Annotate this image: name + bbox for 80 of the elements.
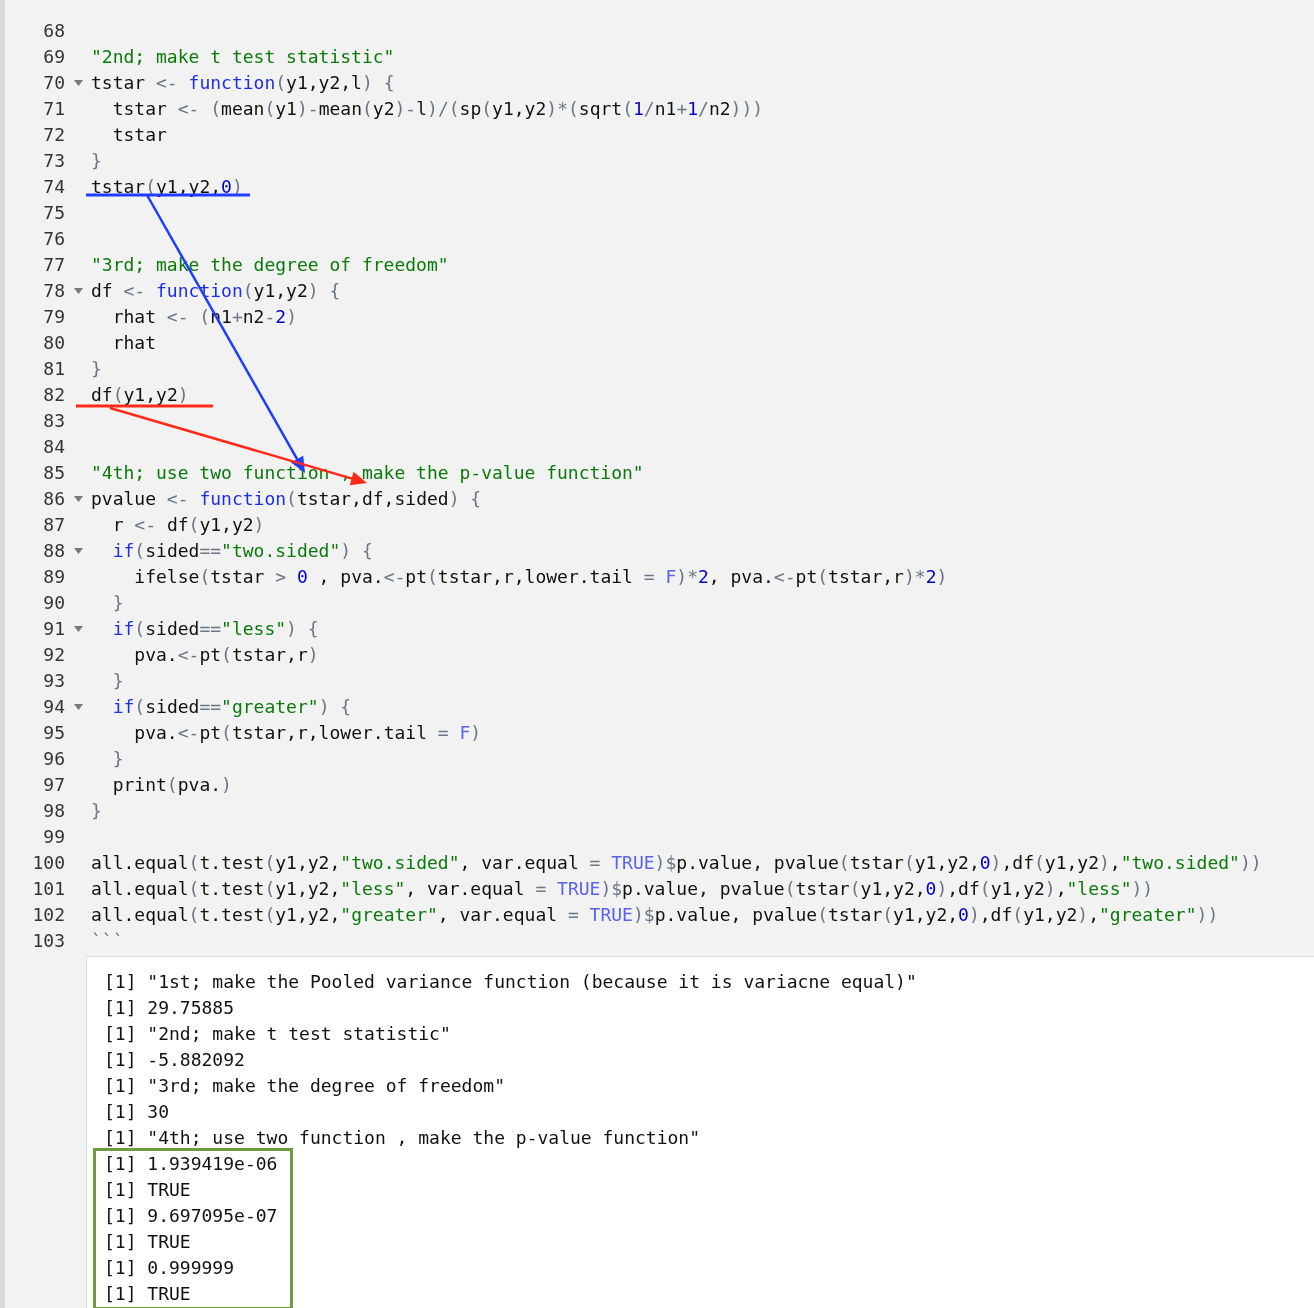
line-number: 76	[42, 227, 65, 251]
output-line: [1] "3rd; make the degree of freedom"	[103, 1074, 506, 1098]
line-number: 89	[42, 565, 65, 589]
code-line: "2nd; make t test statistic"	[91, 45, 395, 69]
fold-icon[interactable]	[73, 704, 83, 710]
line-number: 91	[42, 617, 65, 641]
line-number: 95	[42, 721, 65, 745]
code-line: if(sided=="greater") {	[111, 695, 352, 719]
code-line: print(pva.)	[111, 773, 232, 797]
line-number: 81	[42, 357, 65, 381]
code-line: all.equal(t.test(y1,y2,"less", var.equal = TRUE)$p.value, pvalue(tstar(y1,y2,0),df(y1,y2),"less"))	[91, 877, 1154, 901]
line-number: 83	[42, 409, 65, 433]
line-number: 72	[42, 123, 65, 147]
line-number: 74	[42, 175, 65, 199]
line-number: 99	[42, 825, 65, 849]
code-line: pvalue <- function(tstar,df,sided) {	[91, 487, 482, 511]
line-number: 86	[42, 487, 65, 511]
code-line: pva.<-pt(tstar,r)	[133, 643, 319, 667]
code-line: all.equal(t.test(y1,y2,"greater", var.equal = TRUE)$p.value, pvalue(tstar(y1,y2,0),df(y1,y2),"greater"))	[91, 903, 1219, 927]
code-line: }	[91, 149, 102, 173]
code-line: }	[111, 747, 124, 771]
line-number: 90	[42, 591, 65, 615]
line-number: 75	[42, 201, 65, 225]
output-line: [1] 29.75885	[103, 996, 236, 1020]
code-line: if(sided=="two.sided") {	[111, 539, 373, 563]
code-line: tstar <- (mean(y1)-mean(y2)-l)/(sp(y1,y2)*(sqrt(1/n1+1/n2)))	[111, 97, 764, 121]
line-number: 68	[42, 19, 65, 43]
line-number: 85	[42, 461, 65, 485]
output-line: [1] "1st; make the Pooled variance function (because it is variacne equal)"	[103, 970, 918, 994]
code-line: pva.<-pt(tstar,r,lower.tail = F)	[133, 721, 482, 745]
line-number: 79	[42, 305, 65, 329]
code-line: }	[111, 669, 124, 693]
output-line: [1] 9.697095e-07	[104, 1204, 279, 1228]
line-number: 73	[42, 149, 65, 173]
code-line: }	[91, 799, 102, 823]
output-line: [1] TRUE	[104, 1178, 192, 1202]
output-line: [1] 30	[103, 1100, 171, 1124]
line-number: 80	[42, 331, 65, 355]
line-number: 100	[31, 851, 65, 875]
line-number: 77	[42, 253, 65, 277]
line-number: 94	[42, 695, 65, 719]
line-number: 88	[42, 539, 65, 563]
output-line: [1] "2nd; make t test statistic"	[103, 1022, 452, 1046]
code-line: df(y1,y2)	[91, 383, 189, 407]
fold-icon[interactable]	[73, 80, 83, 86]
code-line: tstar <- function(y1,y2,l) {	[91, 71, 395, 95]
line-number: 92	[42, 643, 65, 667]
line-number: 96	[42, 747, 65, 771]
fold-icon[interactable]	[73, 548, 83, 554]
code-line: }	[111, 591, 124, 615]
output-line: [1] TRUE	[104, 1282, 192, 1306]
line-number: 98	[42, 799, 65, 823]
fold-icon[interactable]	[73, 288, 83, 294]
line-number: 97	[42, 773, 65, 797]
code-line: ifelse(tstar > 0 , pva.<-pt(tstar,r,lower.tail = F)*2, pva.<-pt(tstar,r)*2)	[133, 565, 948, 589]
code-line: rhat	[111, 331, 157, 355]
line-number: 87	[42, 513, 65, 537]
line-number: 78	[42, 279, 65, 303]
line-number: 71	[42, 97, 65, 121]
code-line: if(sided=="less") {	[111, 617, 319, 641]
code-line: tstar	[111, 123, 167, 147]
output-line: [1] "4th; use two function , make the p-value function"	[103, 1126, 702, 1150]
code-line: ```	[91, 929, 124, 953]
fold-icon[interactable]	[73, 626, 83, 632]
output-line: [1] TRUE	[104, 1230, 192, 1254]
code-line: all.equal(t.test(y1,y2,"two.sided", var.equal = TRUE)$p.value, pvalue(tstar(y1,y2,0),df(y1,y2),"two.sided"))	[91, 851, 1262, 875]
line-number: 84	[42, 435, 65, 459]
line-number: 102	[31, 903, 65, 927]
output-line: [1] -5.882092	[103, 1048, 246, 1072]
output-line: [1] 0.999999	[104, 1256, 236, 1280]
line-number: 101	[31, 877, 65, 901]
code-line: }	[91, 357, 102, 381]
output-line: [1] 1.939419e-06	[104, 1152, 279, 1176]
line-number: 103	[31, 929, 65, 953]
line-number: 69	[42, 45, 65, 69]
code-line: r <- df(y1,y2)	[111, 513, 265, 537]
line-number: 82	[42, 383, 65, 407]
line-number: 70	[42, 71, 65, 95]
line-number: 93	[42, 669, 65, 693]
fold-icon[interactable]	[73, 496, 83, 502]
